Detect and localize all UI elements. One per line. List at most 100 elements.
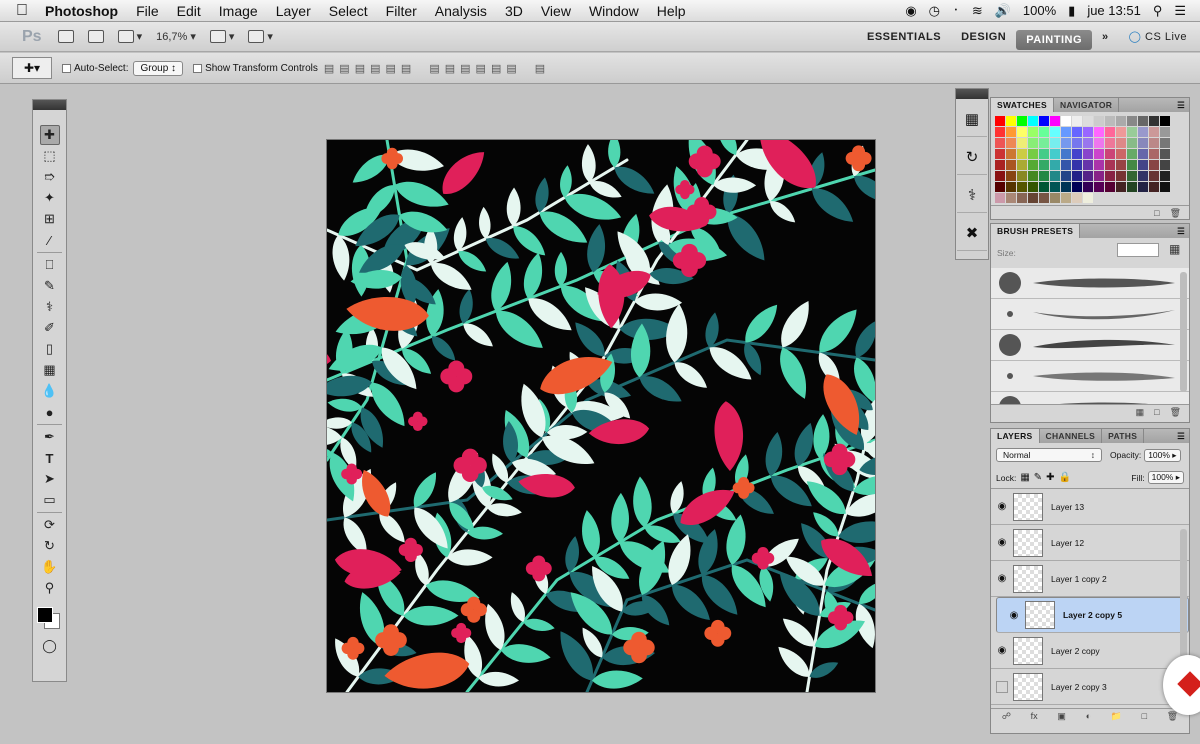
swatch[interactable] [1072, 171, 1082, 181]
distribute-left-icon[interactable]: ▤ [476, 62, 486, 75]
healing-brush-tool-icon[interactable]: ⎕ [40, 255, 60, 275]
layer-row[interactable]: Layer 2 copy 3 [991, 669, 1189, 705]
swatch[interactable] [1028, 160, 1038, 170]
swatch[interactable] [1160, 182, 1170, 192]
more-workspaces-icon[interactable]: » [1092, 22, 1119, 52]
3d-orbit-tool-icon[interactable]: ↻ [40, 536, 60, 556]
swatch[interactable] [1050, 182, 1060, 192]
swatch[interactable] [1028, 149, 1038, 159]
swatch[interactable] [1094, 138, 1104, 148]
list-icon[interactable]: ☰ [1174, 0, 1186, 22]
brush-panel-options-icon[interactable]: ▦ [1169, 242, 1180, 256]
swatch[interactable] [1061, 127, 1071, 137]
record-icon[interactable]: ◉ [905, 0, 916, 22]
swatch[interactable] [1105, 160, 1115, 170]
swatch[interactable] [1028, 171, 1038, 181]
menu-image[interactable]: Image [210, 0, 267, 22]
swatch[interactable] [1138, 149, 1148, 159]
auto-align-icon[interactable]: ▤ [535, 62, 545, 75]
swatch[interactable] [1017, 127, 1027, 137]
swatch[interactable] [1116, 116, 1126, 126]
layer-row[interactable]: ◉ Layer 12 [991, 525, 1189, 561]
swatch[interactable] [1017, 138, 1027, 148]
tab-brush-presets[interactable]: BRUSH PRESETS [991, 224, 1081, 238]
tool-preset-picker[interactable]: ✚▾ [12, 57, 52, 79]
brush-size-field[interactable] [1117, 243, 1159, 257]
swatch[interactable] [1061, 193, 1071, 203]
brush-preset-row[interactable] [991, 361, 1189, 392]
lasso-tool-icon[interactable]: ➱ [40, 167, 60, 187]
wifi-icon[interactable]: ≋ [972, 0, 983, 22]
clone-source-panel-icon[interactable]: ⚕ [957, 177, 987, 213]
new-group-icon[interactable]: 📁 [1111, 709, 1122, 722]
lock-icons[interactable]: ▦✎✚🔒 [1020, 472, 1075, 483]
menu-analysis[interactable]: Analysis [426, 0, 496, 22]
swatch[interactable] [1083, 182, 1093, 192]
swatch[interactable] [1105, 171, 1115, 181]
layer-style-icon[interactable]: fx [1031, 709, 1038, 722]
swatch[interactable] [1006, 182, 1016, 192]
swatch[interactable] [1149, 138, 1159, 148]
swatch[interactable] [1127, 182, 1137, 192]
swatch[interactable] [1028, 116, 1038, 126]
tab-navigator[interactable]: NAVIGATOR [1054, 98, 1120, 112]
swatch[interactable] [995, 127, 1005, 137]
swatch[interactable] [1094, 149, 1104, 159]
swatch[interactable] [1094, 182, 1104, 192]
menu-file[interactable]: File [127, 0, 168, 22]
swatch[interactable] [1061, 116, 1071, 126]
show-transform-checkbox[interactable]: Show Transform Controls [193, 63, 318, 74]
swatch[interactable] [1127, 171, 1137, 181]
panel-menu-icon[interactable]: ☰ [1177, 429, 1189, 443]
blur-tool-icon[interactable]: 💧 [40, 381, 60, 401]
distribute-hcenter-icon[interactable]: ▤ [491, 62, 501, 75]
crop-tool-icon[interactable]: ⊞ [40, 209, 60, 229]
menu-window[interactable]: Window [580, 0, 648, 22]
tools-panel-header[interactable] [33, 100, 66, 110]
swatch[interactable] [1017, 160, 1027, 170]
swatch[interactable] [1160, 116, 1170, 126]
brush-list[interactable] [991, 268, 1189, 404]
swatch[interactable] [1006, 171, 1016, 181]
quick-mask-icon[interactable]: ◯ [40, 636, 60, 656]
3d-rotate-tool-icon[interactable]: ⟳ [40, 515, 60, 535]
visibility-eye-icon[interactable]: ◉ [991, 501, 1013, 512]
swatch[interactable] [1072, 182, 1082, 192]
swatch[interactable] [1083, 160, 1093, 170]
swatch[interactable] [1006, 193, 1016, 203]
mini-bridge-button[interactable] [87, 30, 104, 43]
menu-filter[interactable]: Filter [377, 0, 426, 22]
swatch[interactable] [1094, 116, 1104, 126]
menu-help[interactable]: Help [648, 0, 695, 22]
swatch-grid[interactable] [991, 112, 1189, 205]
new-brush-icon[interactable]: □ [1154, 405, 1159, 418]
swatch[interactable] [1116, 182, 1126, 192]
adjustment-layer-icon[interactable]: ◐ [1086, 709, 1091, 722]
visibility-eye-icon[interactable]: ◉ [1003, 610, 1025, 621]
swatch[interactable] [1006, 138, 1016, 148]
clock[interactable]: jue 13:51 [1087, 0, 1141, 22]
swatch[interactable] [1050, 160, 1060, 170]
swatch[interactable] [1039, 138, 1049, 148]
delete-swatch-icon[interactable]: 🗑 [1170, 206, 1181, 219]
swatch[interactable] [1028, 182, 1038, 192]
type-tool-icon[interactable]: T [40, 448, 60, 468]
swatch[interactable] [1061, 171, 1071, 181]
align-hcenter-icon[interactable]: ▤ [386, 62, 396, 75]
swatch[interactable] [1028, 138, 1038, 148]
swatch[interactable] [1138, 160, 1148, 170]
swatch[interactable] [1006, 127, 1016, 137]
clone-stamp-tool-icon[interactable]: ⚕ [40, 297, 60, 317]
swatch[interactable] [995, 138, 1005, 148]
foreground-color-swatch[interactable] [37, 607, 53, 623]
fill-field[interactable]: 100% ▸ [1147, 471, 1184, 484]
swatch[interactable] [1061, 138, 1071, 148]
apple-icon[interactable]:  [0, 0, 36, 22]
swatch[interactable] [1083, 171, 1093, 181]
layer-row[interactable]: ◉ Layer 2 copy 5 [996, 597, 1189, 633]
swatch[interactable] [1105, 127, 1115, 137]
swatch[interactable] [1116, 127, 1126, 137]
swatch[interactable] [1116, 171, 1126, 181]
blend-mode-dropdown[interactable]: Normal ↕ [996, 448, 1102, 462]
auto-select-dropdown[interactable]: Group ↕ [133, 60, 184, 76]
